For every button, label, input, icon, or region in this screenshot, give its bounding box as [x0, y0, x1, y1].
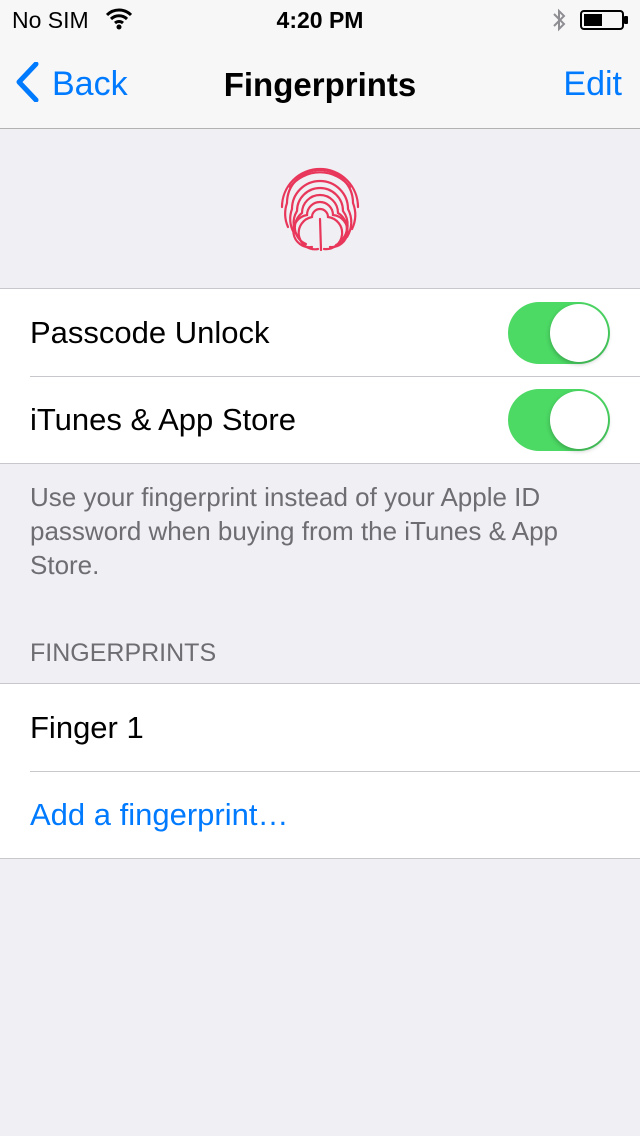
toggle-knob [550, 304, 608, 362]
passcode-unlock-toggle[interactable] [508, 302, 610, 364]
finger-label: Finger 1 [30, 710, 144, 745]
unlock-settings-group: Passcode Unlock iTunes & App Store [0, 288, 640, 464]
passcode-unlock-row: Passcode Unlock [0, 289, 640, 376]
itunes-app-store-row: iTunes & App Store [0, 376, 640, 463]
list-item-finger-1[interactable]: Finger 1 [0, 684, 640, 771]
settings-footer-note: Use your fingerprint instead of your App… [30, 482, 558, 580]
itunes-app-store-toggle[interactable] [508, 389, 610, 451]
fingerprint-icon [278, 167, 362, 256]
navigation-bar: Back Fingerprints Edit [0, 40, 640, 129]
fingerprints-list: Finger 1 Add a fingerprint… [0, 683, 640, 859]
battery-icon [580, 10, 630, 35]
fingerprint-header [0, 129, 640, 288]
status-bar: No SIM 4:20 PM [0, 0, 640, 40]
passcode-unlock-label: Passcode Unlock [30, 315, 270, 350]
add-fingerprint-row[interactable]: Add a fingerprint… [0, 771, 640, 858]
page-title: Fingerprints [223, 66, 417, 103]
status-time: 4:20 PM [276, 7, 364, 33]
itunes-app-store-label: iTunes & App Store [30, 402, 296, 437]
toggle-knob [550, 391, 608, 449]
add-fingerprint-link[interactable]: Add a fingerprint… [30, 797, 288, 833]
edit-button[interactable]: Edit [563, 65, 622, 104]
bluetooth-icon [551, 7, 567, 38]
fingerprints-section-header: FINGERPRINTS [30, 639, 217, 667]
